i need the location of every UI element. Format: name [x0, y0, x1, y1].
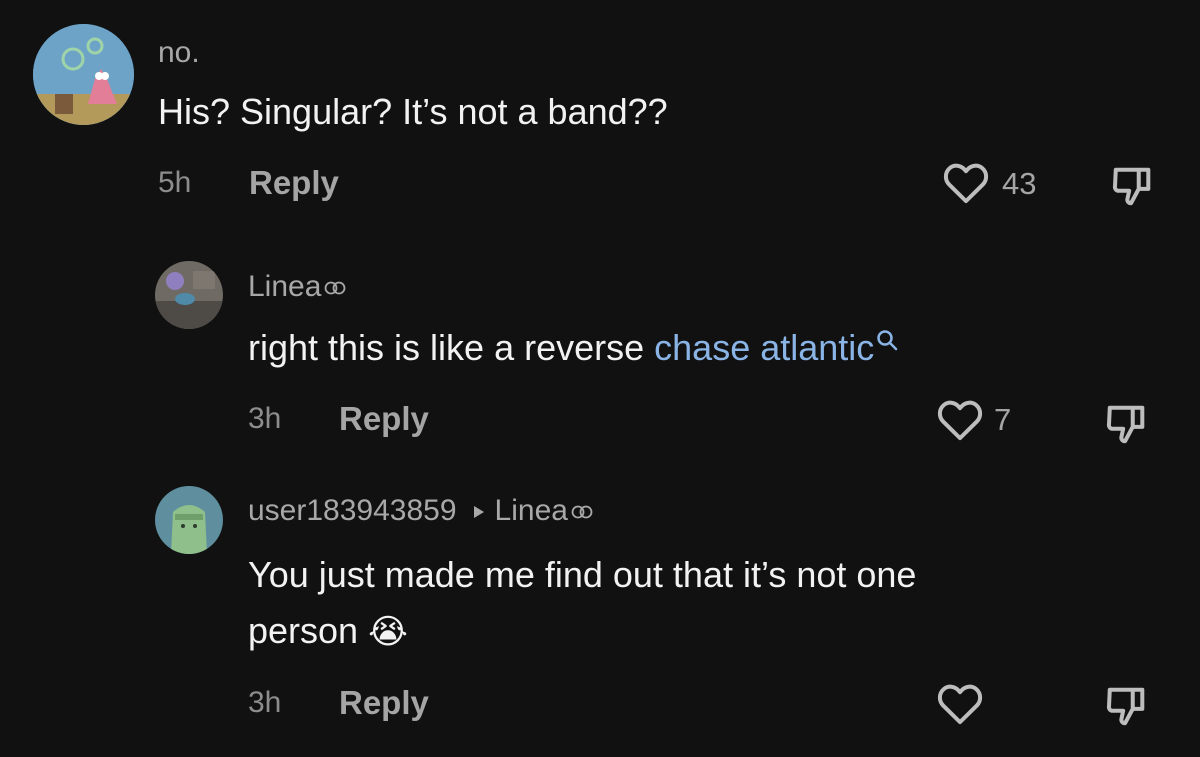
comment-timestamp: 3h: [248, 402, 282, 435]
comment-text: You just made me find out that it’s not …: [248, 554, 917, 595]
comment-text-part: right this is like a reverse: [248, 327, 655, 368]
avatar[interactable]: [33, 24, 134, 125]
green-cartoon-avatar-icon: [155, 486, 223, 554]
avatar[interactable]: [155, 261, 223, 329]
dislike-button[interactable]: [1104, 684, 1150, 728]
comment-username[interactable]: Linea: [248, 270, 347, 304]
thumbs-down-icon: [1106, 405, 1145, 444]
like-count: 43: [1002, 166, 1037, 201]
thumbs-down-icon: [1106, 687, 1145, 726]
reply-button[interactable]: Reply: [339, 400, 429, 438]
like-button[interactable]: [943, 162, 989, 204]
comment-username: user183943859 Linea: [248, 494, 594, 528]
username-text: Linea: [248, 270, 322, 303]
comment-username[interactable]: no.: [158, 36, 200, 70]
like-button[interactable]: [937, 683, 983, 725]
starfish-cartoon-avatar-icon: [33, 24, 134, 125]
search-link[interactable]: chase atlantic: [654, 327, 874, 368]
like-count: 7: [994, 402, 1012, 437]
dislike-button[interactable]: [1110, 164, 1156, 208]
linked-circles-icon: [325, 281, 346, 295]
comment-text: right this is like a reverse chase atlan…: [248, 321, 898, 375]
reply-button[interactable]: Reply: [249, 164, 339, 202]
caret-right-icon: [473, 506, 484, 519]
linked-circles-icon: [571, 505, 593, 519]
heart-icon: [943, 163, 989, 204]
thumbs-down-icon: [1112, 167, 1151, 206]
comment-text-line2: person 😭: [248, 604, 408, 659]
photo-avatar-icon: [155, 261, 223, 329]
like-button[interactable]: [937, 399, 983, 441]
username-text[interactable]: user183943859: [248, 494, 457, 527]
search-icon[interactable]: [876, 329, 898, 351]
crying-emoji: 😭: [368, 613, 408, 651]
comment-text-part: person: [248, 610, 359, 651]
heart-icon: [937, 400, 983, 441]
dislike-button[interactable]: [1104, 402, 1150, 446]
comment-timestamp: 5h: [158, 166, 192, 199]
comment-text: His? Singular? It’s not a band??: [158, 91, 668, 132]
comment-timestamp: 3h: [248, 686, 282, 719]
heart-icon: [937, 684, 983, 725]
avatar[interactable]: [155, 486, 223, 554]
reply-button[interactable]: Reply: [339, 684, 429, 722]
reply-to-username[interactable]: Linea: [495, 494, 568, 527]
